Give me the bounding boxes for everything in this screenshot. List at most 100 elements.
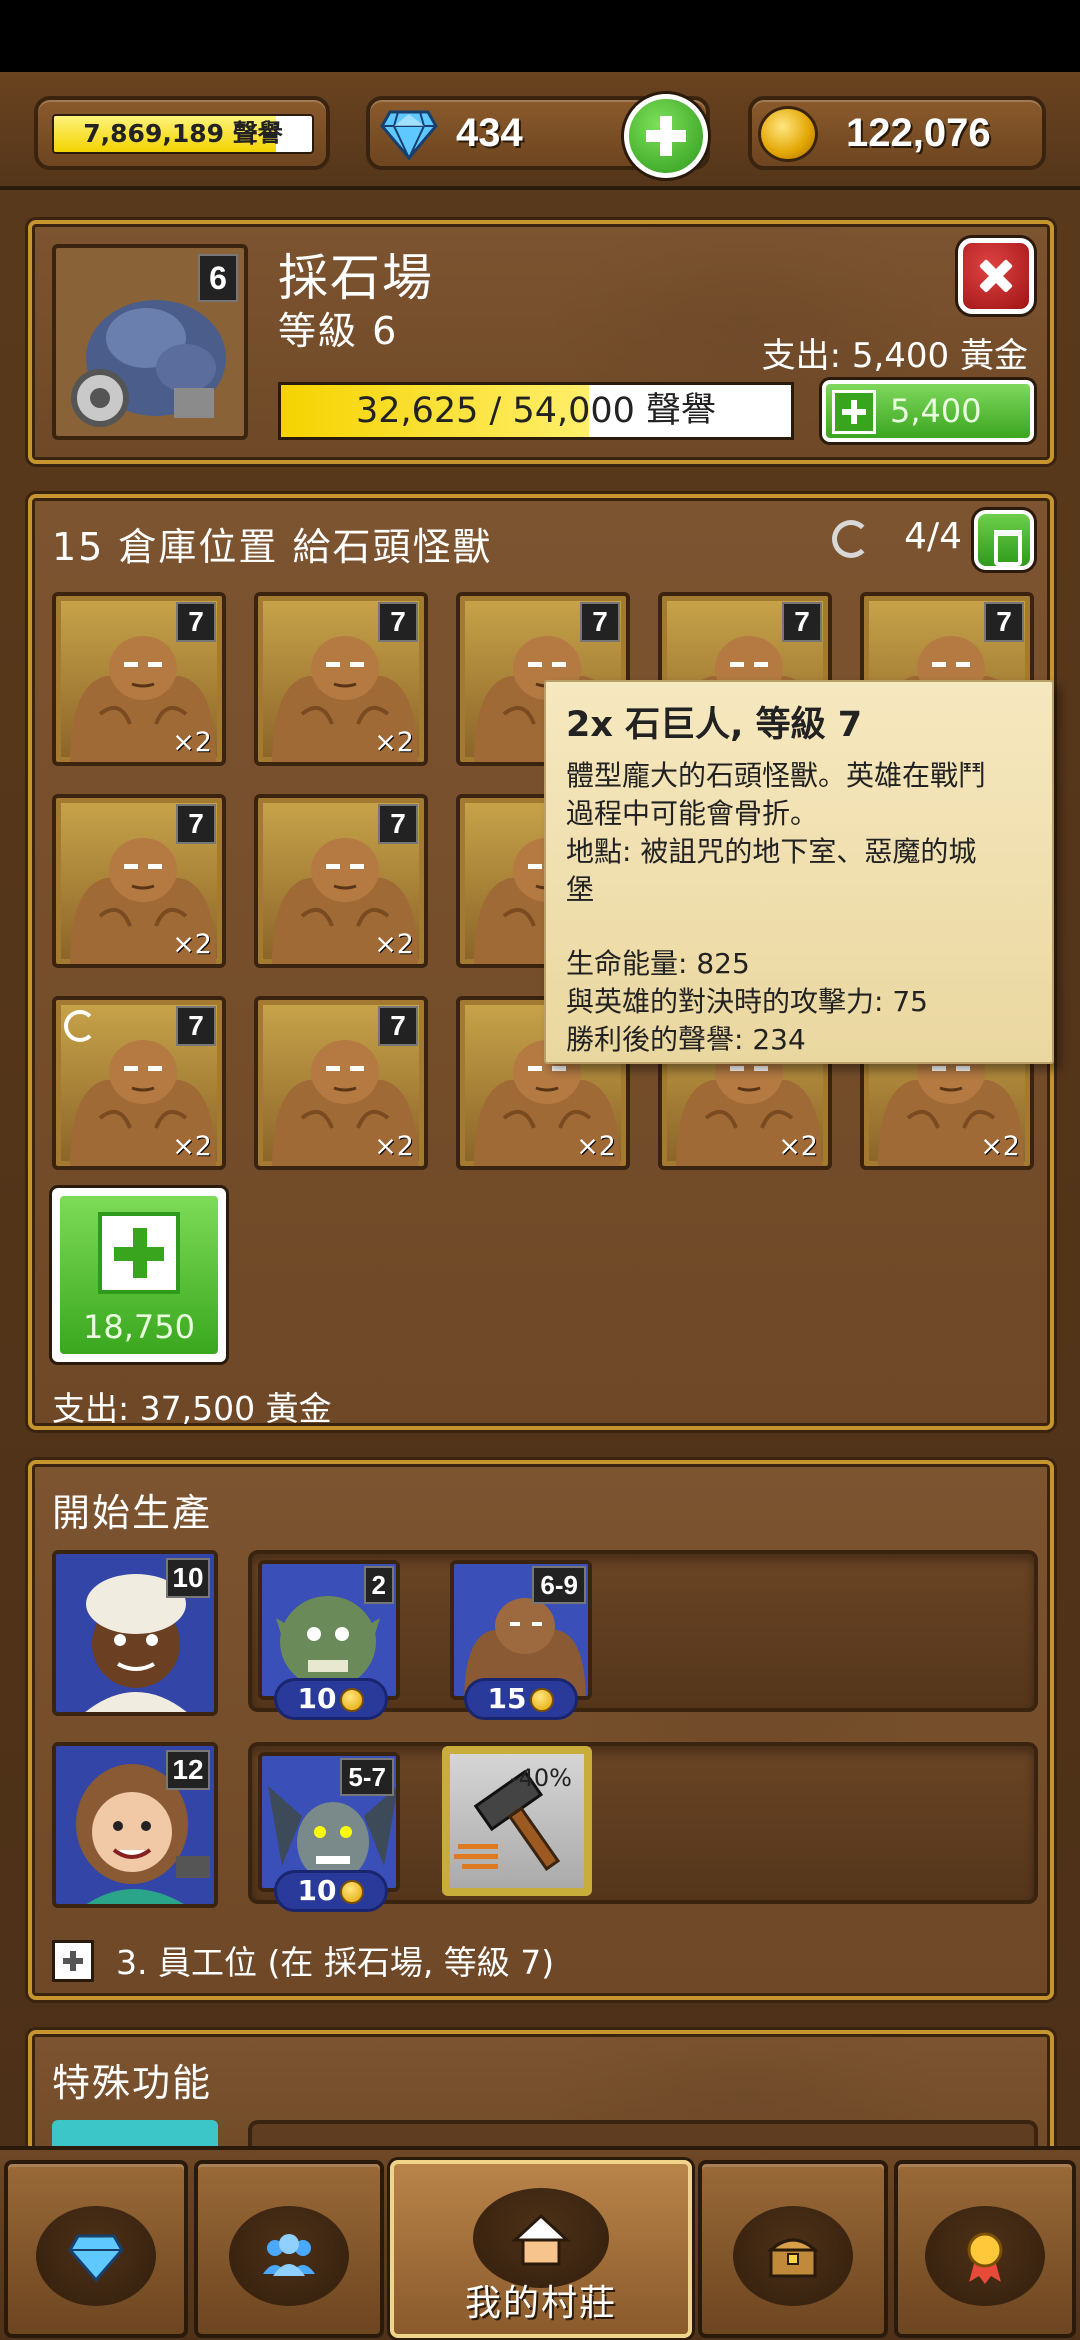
tooltip-location-2: 堡 xyxy=(566,873,595,906)
production-queue-2: 5-7 10 -40% xyxy=(248,1742,1038,1912)
bottom-navigation: 我的村莊 xyxy=(0,2146,1080,2340)
production-panel: 開始生產 10 2 10 6-9 15 12 5-7 10 -40% 3. 員工… xyxy=(28,1460,1054,2000)
plus-icon xyxy=(52,1940,94,1982)
storage-slots-count: 4/4 xyxy=(904,516,962,557)
storage-slot[interactable]: 7 ×2 xyxy=(52,592,226,766)
buy-slot-price: 18,750 xyxy=(83,1308,195,1346)
gems-count: 434 xyxy=(456,111,523,155)
storage-slot[interactable]: 7 ×2 xyxy=(254,794,428,968)
speed-boost-card[interactable]: -40% xyxy=(442,1746,592,1896)
plus-icon xyxy=(98,1212,180,1294)
people-icon xyxy=(263,2234,315,2276)
monster-level-badge: 7 xyxy=(378,602,418,642)
add-worker-text: 3. 員工位 (在 採石場, 等級 7) xyxy=(116,1943,555,1982)
chest-icon xyxy=(767,2238,819,2278)
building-header-panel: 6 採石場 等級 6 支出: 5,400 黃金 32,625 / 54,000 … xyxy=(28,220,1054,464)
fame-progress: 7,869,189 聲譽 xyxy=(52,114,314,154)
gold-coin-icon xyxy=(758,106,818,162)
storage-slot[interactable]: 7 ×2 xyxy=(254,996,428,1170)
unit-level-badge: 5-7 xyxy=(340,1758,394,1796)
add-worker-slot[interactable]: 3. 員工位 (在 採石場, 等級 7) xyxy=(52,1936,554,1984)
tooltip-description-1: 體型龐大的石頭怪獸。英雄在戰鬥 xyxy=(566,759,987,792)
buy-slot-inner: 18,750 xyxy=(60,1196,218,1354)
close-button[interactable] xyxy=(958,238,1034,314)
buy-gems-button[interactable] xyxy=(624,94,708,178)
nav-my-village-label: 我的村莊 xyxy=(464,2283,617,2324)
fame-progress-bar: 32,625 / 54,000 聲譽 xyxy=(278,382,794,440)
monster-quantity: ×2 xyxy=(172,929,212,960)
tooltip-health: 生命能量: 825 xyxy=(566,947,750,980)
gems-pill: 434 xyxy=(366,94,710,178)
speed-boost-inner: -40% xyxy=(450,1754,584,1888)
fame-pill: 7,869,189 聲譽 xyxy=(34,96,330,170)
speed-boost-percent: -40% xyxy=(509,1764,572,1792)
monster-quantity: ×2 xyxy=(980,1131,1020,1162)
monster-quantity: ×2 xyxy=(172,727,212,758)
tooltip-fame-reward: 勝利後的聲譽: 234 xyxy=(566,1023,806,1056)
refresh-icon xyxy=(64,1010,96,1042)
special-title: 特殊功能 xyxy=(52,2061,213,2105)
storage-cost: 支出: 37,500 黃金 xyxy=(52,1389,332,1428)
storage-slot[interactable]: 7 ×2 xyxy=(52,996,226,1170)
fame-value: 7,869,189 聲譽 xyxy=(83,119,283,148)
production-title: 開始生產 xyxy=(52,1491,213,1535)
monster-quantity: ×2 xyxy=(374,929,414,960)
refresh-icon xyxy=(832,520,870,558)
monster-quantity: ×2 xyxy=(576,1131,616,1162)
upgrade-cost: 支出: 5,400 黃金 xyxy=(761,336,1028,376)
upgrade-button-label: 5,400 xyxy=(890,392,982,430)
trash-button[interactable] xyxy=(974,510,1034,570)
monster-level-badge: 7 xyxy=(176,804,216,844)
monster-level-badge: 7 xyxy=(580,602,620,642)
unit-price-value: 10 xyxy=(297,1874,337,1907)
upgrade-button[interactable]: 5,400 xyxy=(822,380,1034,442)
buy-storage-slot-button[interactable]: 18,750 xyxy=(52,1188,226,1362)
monster-level-badge: 7 xyxy=(176,1006,216,1046)
monster-quantity: ×2 xyxy=(374,1131,414,1162)
worker-level-badge: 10 xyxy=(166,1558,210,1598)
medal-icon xyxy=(967,2232,1003,2284)
plus-icon xyxy=(832,390,876,434)
building-level: 等級 6 xyxy=(278,309,399,353)
monster-level-badge: 7 xyxy=(378,804,418,844)
fame-progress-text: 32,625 / 54,000 聲譽 xyxy=(355,391,717,431)
unit-level-badge: 2 xyxy=(363,1566,394,1604)
tooltip-attack: 與英雄的對決時的攻擊力: 75 xyxy=(566,985,928,1018)
quarry-image: 6 xyxy=(52,244,248,440)
monster-level-badge: 7 xyxy=(176,602,216,642)
monster-level-badge: 7 xyxy=(378,1006,418,1046)
monster-level-badge: 7 xyxy=(782,602,822,642)
resource-bar: 7,869,189 聲譽 434 122,076 xyxy=(0,72,1080,190)
monster-tooltip: 2x 石巨人, 等級 7 體型龐大的石頭怪獸。英雄在戰鬥 過程中可能會骨折。 地… xyxy=(544,680,1054,1064)
worker-portrait-1[interactable]: 10 xyxy=(52,1550,218,1716)
unit-price: 10 xyxy=(274,1870,388,1912)
nav-treasure-button[interactable] xyxy=(698,2160,888,2338)
unit-price: 15 xyxy=(464,1678,578,1720)
building-level-badge: 6 xyxy=(198,254,238,302)
storage-slot[interactable]: 7 ×2 xyxy=(52,794,226,968)
tooltip-description-2: 過程中可能會骨折。 xyxy=(566,797,819,830)
tooltip-title: 2x 石巨人, 等級 7 xyxy=(566,705,863,745)
unit-level-badge: 6-9 xyxy=(532,1566,586,1604)
tooltip-location-1: 地點: 被詛咒的地下室、惡魔的城 xyxy=(566,835,977,868)
nav-gems-button[interactable] xyxy=(4,2160,188,2338)
monster-level-badge: 7 xyxy=(984,602,1024,642)
monster-quantity: ×2 xyxy=(172,1131,212,1162)
diamond-icon xyxy=(380,110,438,160)
monster-quantity: ×2 xyxy=(778,1131,818,1162)
unit-price: 10 xyxy=(274,1678,388,1720)
nav-achievements-button[interactable] xyxy=(894,2160,1076,2338)
unit-price-value: 15 xyxy=(487,1682,527,1715)
storage-title: 15 倉庫位置 給石頭怪獸 xyxy=(52,525,493,569)
nav-my-village-button[interactable]: 我的村莊 xyxy=(390,2160,692,2338)
monster-quantity: ×2 xyxy=(374,727,414,758)
gold-count: 122,076 xyxy=(846,111,991,155)
nav-guild-button[interactable] xyxy=(194,2160,384,2338)
worker-portrait-2[interactable]: 12 xyxy=(52,1742,218,1908)
gold-coin-icon xyxy=(340,1880,365,1904)
diamond-icon xyxy=(68,2234,124,2283)
storage-slot[interactable]: 7 ×2 xyxy=(254,592,428,766)
worker-level-badge: 12 xyxy=(166,1750,210,1790)
gold-pill: 122,076 xyxy=(748,96,1046,170)
house-icon xyxy=(511,2213,571,2266)
